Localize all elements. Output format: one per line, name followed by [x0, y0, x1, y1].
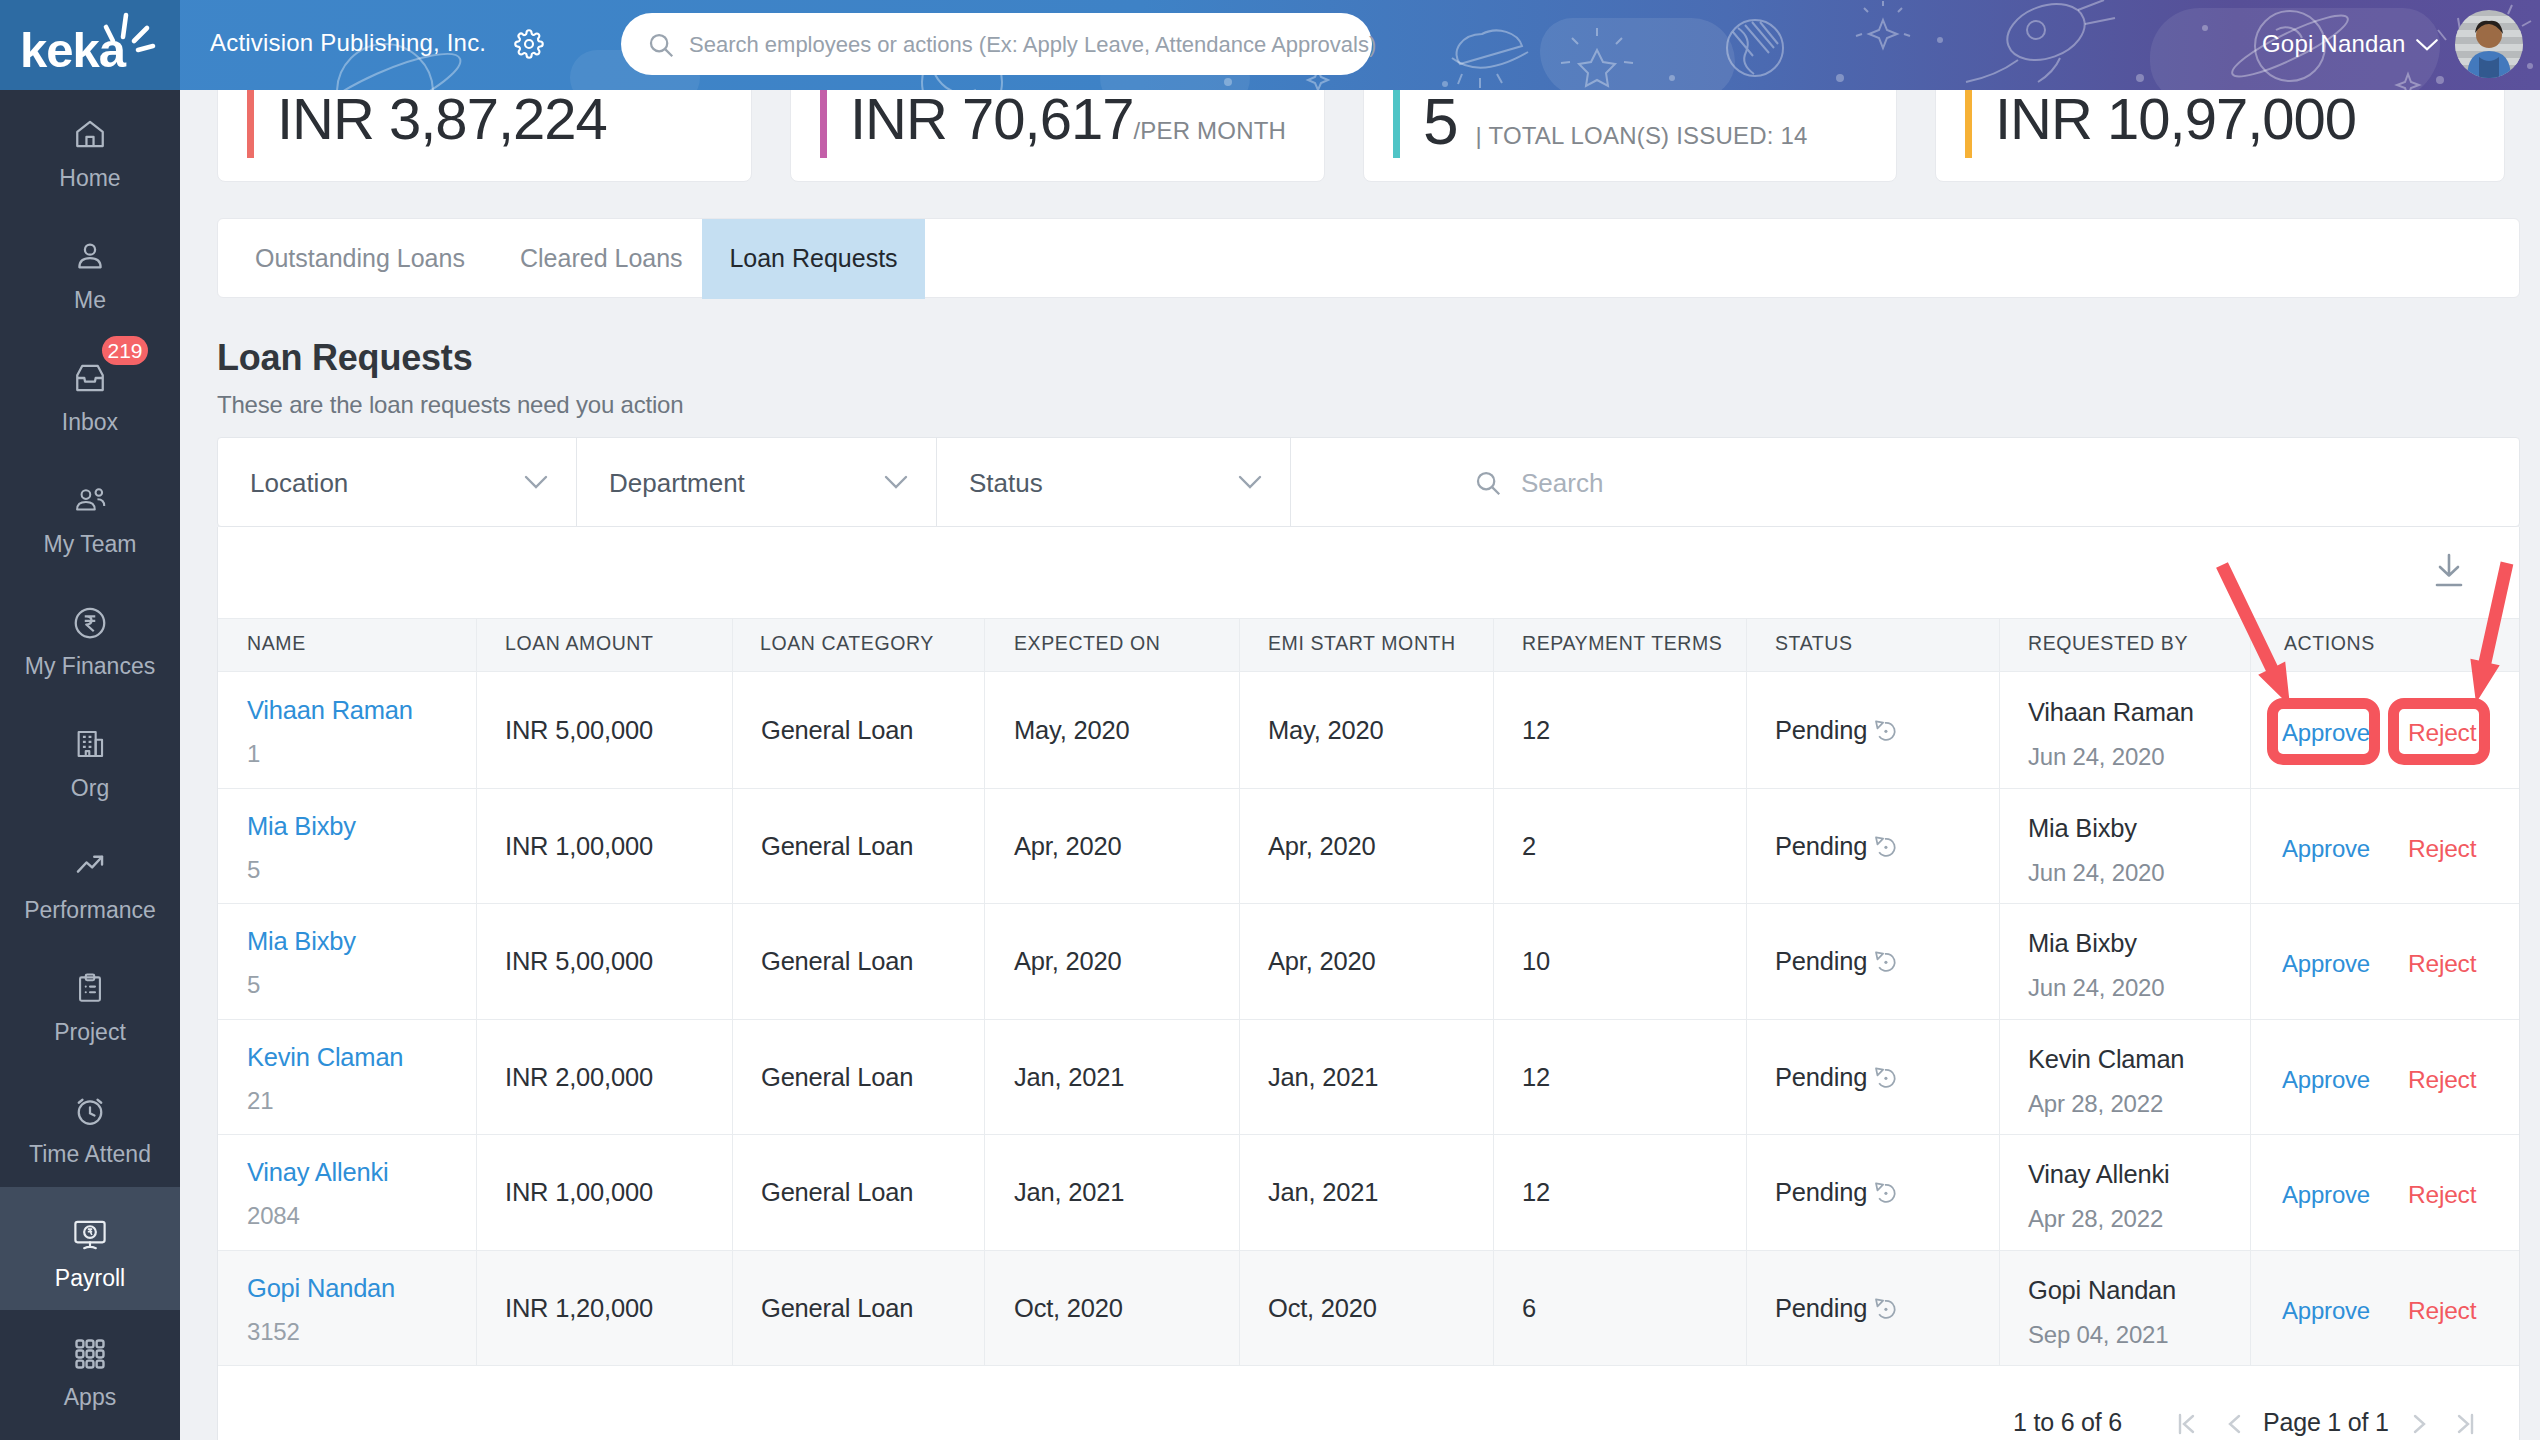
svg-text:keka: keka: [20, 23, 127, 77]
